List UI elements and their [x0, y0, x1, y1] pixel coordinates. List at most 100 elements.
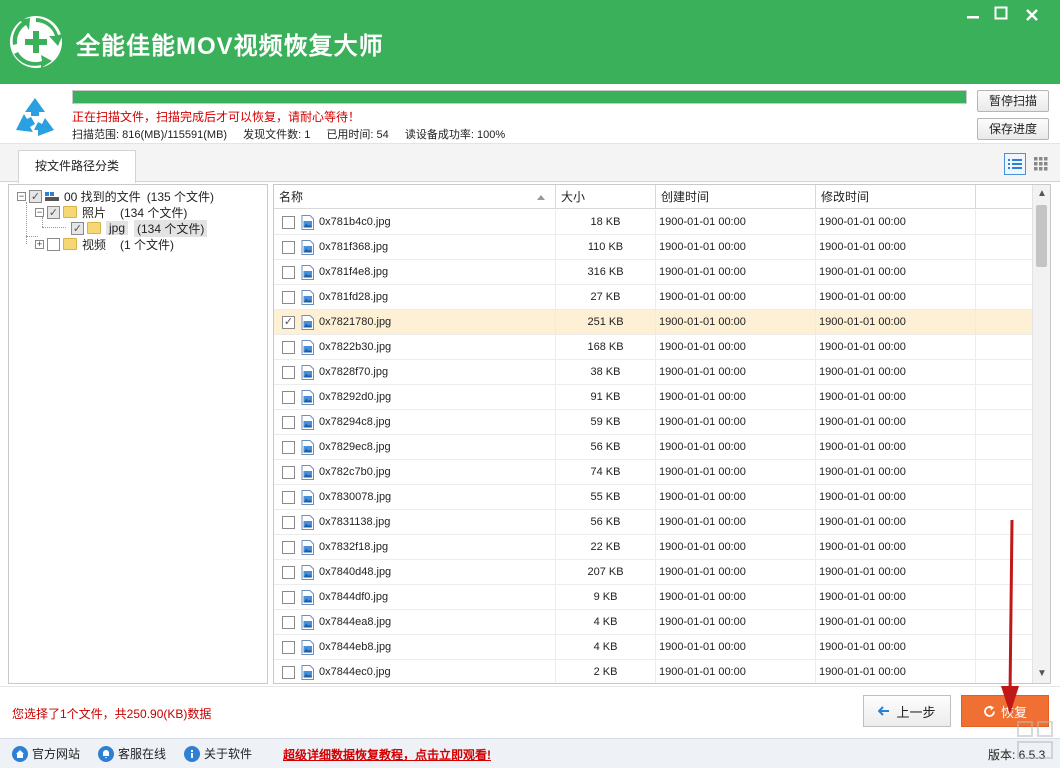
- table-row[interactable]: 0x7831138.jpg 56 KB 1900-01-01 00:00 1900-0…: [274, 510, 1032, 535]
- tree-node-jpg[interactable]: ✓ jpg (134 个文件): [71, 219, 208, 237]
- row-checkbox[interactable]: [282, 216, 295, 229]
- tree-checkbox-jpg[interactable]: ✓: [71, 221, 84, 235]
- row-checkbox[interactable]: [282, 541, 295, 554]
- vertical-scrollbar[interactable]: ▲ ▼: [1032, 185, 1050, 683]
- cell-modified: 1900-01-01 00:00: [816, 285, 976, 310]
- list-view-button[interactable]: [1004, 153, 1026, 175]
- table-row[interactable]: 0x7844ec0.jpg 2 KB 1900-01-01 00:00 1900-01…: [274, 660, 1032, 683]
- table-row[interactable]: 0x7830078.jpg 55 KB 1900-01-01 00:00 1900-0…: [274, 485, 1032, 510]
- about-link[interactable]: 关于软件: [184, 745, 252, 762]
- file-table: 名称 大小 创建时间 修改时间 0x781b4c0.jpg 18 KB 1900-0…: [273, 184, 1051, 684]
- row-checkbox[interactable]: [282, 591, 295, 604]
- table-row[interactable]: 0x781fd28.jpg 27 KB 1900-01-01 00:00 1900-0…: [274, 285, 1032, 310]
- cell-created: 1900-01-01 00:00: [656, 210, 816, 235]
- row-checkbox[interactable]: [282, 366, 295, 379]
- cell-modified: 1900-01-01 00:00: [816, 635, 976, 660]
- cell-modified: 1900-01-01 00:00: [816, 535, 976, 560]
- row-checkbox[interactable]: ✓: [282, 316, 295, 329]
- table-row[interactable]: 0x78294c8.jpg 59 KB 1900-01-01 00:00 1900-0…: [274, 410, 1032, 435]
- column-header-size[interactable]: 大小: [556, 185, 656, 209]
- file-name: 0x7822b30.jpg: [319, 341, 392, 353]
- website-link[interactable]: 官方网站: [12, 745, 80, 762]
- row-checkbox[interactable]: [282, 616, 295, 629]
- column-header-modified[interactable]: 修改时间: [816, 185, 976, 209]
- tree-jpg-label: jpg: [106, 221, 129, 235]
- table-row[interactable]: 0x7844df0.jpg 9 KB 1900-01-01 00:00 1900-01…: [274, 585, 1032, 610]
- info-icon: [184, 745, 200, 762]
- tree-checkbox-root[interactable]: ✓: [29, 189, 42, 203]
- tree-checkbox-photos[interactable]: ✓: [47, 205, 60, 219]
- cell-size: 38 KB: [556, 360, 656, 385]
- collapse-icon[interactable]: −: [35, 207, 44, 217]
- table-row[interactable]: 0x7844eb8.jpg 4 KB 1900-01-01 00:00 1900-01…: [274, 635, 1032, 660]
- table-row[interactable]: 0x781f368.jpg 110 KB 1900-01-01 00:00 1900-…: [274, 235, 1032, 260]
- action-bar: 您选择了1个文件，共250.90(KB)数据 上一步 恢复: [0, 686, 1060, 738]
- image-file-icon: [301, 590, 314, 605]
- tree-node-root[interactable]: − ✓ 00 找到的文件 (135 个文件): [17, 188, 214, 204]
- expand-icon[interactable]: +: [35, 239, 44, 249]
- scroll-up-icon[interactable]: ▲: [1033, 185, 1050, 203]
- tree-video-count: (1 个文件): [120, 237, 175, 252]
- file-name: 0x7832f18.jpg: [319, 541, 389, 553]
- scan-progress-bar: [72, 90, 967, 104]
- row-checkbox[interactable]: [282, 391, 295, 404]
- cell-created: 1900-01-01 00:00: [656, 335, 816, 360]
- scan-panel: 正在扫描文件，扫描完成后才可以恢复，请耐心等待！ 扫描范围: 816(MB)/1…: [0, 84, 1060, 144]
- row-checkbox[interactable]: [282, 666, 295, 679]
- row-checkbox[interactable]: [282, 266, 295, 279]
- scroll-down-icon[interactable]: ▼: [1033, 665, 1050, 683]
- refresh-icon: [984, 705, 995, 717]
- table-row[interactable]: 0x7822b30.jpg 168 KB 1900-01-01 00:00 1900-…: [274, 335, 1032, 360]
- close-button[interactable]: [1021, 6, 1043, 26]
- table-row[interactable]: 0x78292d0.jpg 91 KB 1900-01-01 00:00 1900-0…: [274, 385, 1032, 410]
- website-label: 官方网站: [32, 747, 81, 761]
- row-checkbox[interactable]: [282, 491, 295, 504]
- row-checkbox[interactable]: [282, 291, 295, 304]
- maximize-button[interactable]: [990, 6, 1012, 26]
- cell-modified: 1900-01-01 00:00: [816, 310, 976, 335]
- table-row[interactable]: 0x7828f70.jpg 38 KB 1900-01-01 00:00 1900-0…: [274, 360, 1032, 385]
- scroll-thumb[interactable]: [1036, 205, 1047, 267]
- tree-node-photos[interactable]: − ✓ 照片 (134 个文件): [35, 204, 187, 220]
- pause-scan-button[interactable]: 暂停扫描: [977, 90, 1049, 112]
- row-checkbox[interactable]: [282, 341, 295, 354]
- tab-strip: 按文件路径分类: [0, 144, 1060, 183]
- table-row[interactable]: 0x781b4c0.jpg 18 KB 1900-01-01 00:00 1900-0…: [274, 210, 1032, 235]
- column-header-name[interactable]: 名称: [274, 185, 556, 209]
- table-row[interactable]: 0x7840d48.jpg 207 KB 1900-01-01 00:00 1900-…: [274, 560, 1032, 585]
- minimize-button[interactable]: [962, 6, 984, 26]
- maximize-icon: [994, 6, 1008, 20]
- cell-created: 1900-01-01 00:00: [656, 235, 816, 260]
- cell-size: 4 KB: [556, 610, 656, 635]
- row-checkbox[interactable]: [282, 416, 295, 429]
- column-header-created[interactable]: 创建时间: [656, 185, 816, 209]
- grid-view-button[interactable]: [1030, 153, 1052, 175]
- previous-step-button[interactable]: 上一步: [863, 695, 951, 727]
- tree-checkbox-video[interactable]: [47, 237, 60, 251]
- tutorial-link[interactable]: 超级详细数据恢复教程，点击立即观看!: [283, 746, 491, 763]
- row-checkbox[interactable]: [282, 516, 295, 529]
- tree-node-video[interactable]: + 视频 (1 个文件): [35, 236, 174, 252]
- watermark-logo: [1017, 721, 1053, 759]
- row-checkbox[interactable]: [282, 441, 295, 454]
- image-file-icon: [301, 215, 314, 230]
- save-progress-button[interactable]: 保存进度: [977, 118, 1049, 140]
- table-row[interactable]: 0x781f4e8.jpg 316 KB 1900-01-01 00:00 1900-…: [274, 260, 1032, 285]
- file-name: 0x7829ec8.jpg: [319, 441, 391, 453]
- table-row[interactable]: 0x782c7b0.jpg 74 KB 1900-01-01 00:00 1900-0…: [274, 460, 1032, 485]
- file-name: 0x7830078.jpg: [319, 491, 392, 503]
- collapse-icon[interactable]: −: [17, 191, 26, 201]
- tab-by-path[interactable]: 按文件路径分类: [18, 150, 136, 183]
- table-row[interactable]: ✓ 0x7821780.jpg 251 KB 1900-01-01 00:00 1900…: [274, 310, 1032, 335]
- cell-created: 1900-01-01 00:00: [656, 485, 816, 510]
- row-checkbox[interactable]: [282, 641, 295, 654]
- table-row[interactable]: 0x7829ec8.jpg 56 KB 1900-01-01 00:00 1900-0…: [274, 435, 1032, 460]
- row-checkbox[interactable]: [282, 466, 295, 479]
- row-checkbox[interactable]: [282, 241, 295, 254]
- file-name: 0x781f4e8.jpg: [319, 266, 389, 278]
- support-link[interactable]: 客服在线: [98, 745, 166, 762]
- cell-created: 1900-01-01 00:00: [656, 460, 816, 485]
- table-row[interactable]: 0x7844ea8.jpg 4 KB 1900-01-01 00:00 1900-01…: [274, 610, 1032, 635]
- row-checkbox[interactable]: [282, 566, 295, 579]
- table-row[interactable]: 0x7832f18.jpg 22 KB 1900-01-01 00:00 1900-0…: [274, 535, 1032, 560]
